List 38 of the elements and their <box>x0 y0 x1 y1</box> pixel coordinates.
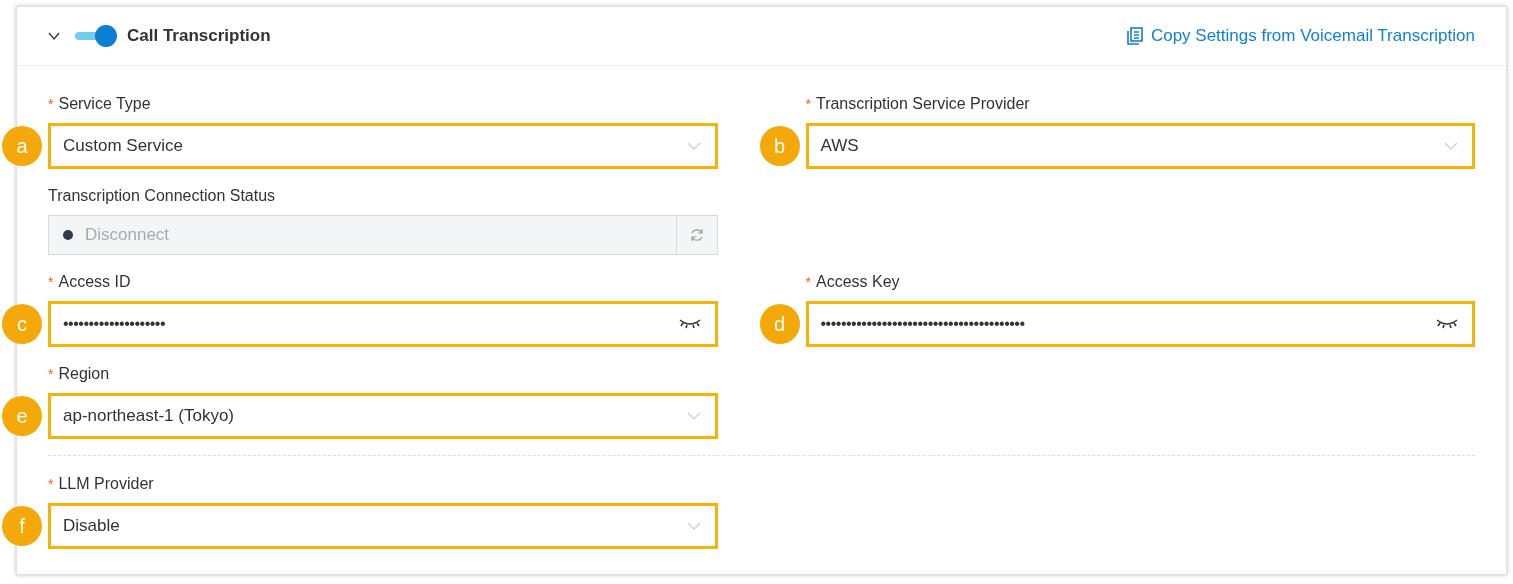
required-mark: * <box>805 273 811 292</box>
dropdown-caret-icon <box>686 412 701 420</box>
callout-badge: f <box>2 506 42 546</box>
required-mark: * <box>48 475 54 494</box>
dropdown-caret-icon <box>686 142 701 150</box>
required-mark: * <box>48 95 54 114</box>
callout-badge: d <box>759 304 800 344</box>
callout-badge: c <box>2 304 42 344</box>
select-field[interactable]: AWS <box>805 123 1475 169</box>
field-label: LLM Provider <box>58 474 154 494</box>
section-title: Call Transcription <box>127 26 271 46</box>
select-field[interactable]: Custom Service <box>48 123 718 169</box>
field-label: Region <box>58 364 110 384</box>
toggle-switch[interactable] <box>75 25 117 47</box>
field-label: Access Key <box>815 272 900 292</box>
field-label: Transcription Service Provider <box>815 94 1030 114</box>
required-mark: * <box>805 95 811 114</box>
refresh-icon <box>688 227 705 243</box>
copy-settings-link[interactable]: Copy Settings from Voicemail Transcription <box>1126 26 1475 46</box>
status-dot-icon <box>63 230 73 240</box>
required-mark: * <box>48 365 54 384</box>
callout-badge: b <box>759 126 800 166</box>
password-field[interactable]: •••••••••••••••••••• <box>48 301 718 347</box>
copy-icon <box>1126 27 1143 45</box>
callout-badge: e <box>2 396 42 436</box>
eye-closed-icon[interactable] <box>1436 318 1458 330</box>
field-label: Access ID <box>58 272 131 292</box>
status-text: Disconnect <box>85 225 170 245</box>
password-field[interactable]: •••••••••••••••••••••••••••••••••••••••• <box>805 301 1475 347</box>
eye-closed-icon[interactable] <box>678 318 701 330</box>
dropdown-caret-icon <box>1444 142 1458 150</box>
select-field[interactable]: Disable <box>48 503 718 549</box>
select-field[interactable]: ap-northeast-1 (Tokyo) <box>48 393 718 439</box>
callout-badge: a <box>2 126 42 166</box>
field-label: Service Type <box>58 94 151 114</box>
field-label: Transcription Connection Status <box>48 186 276 206</box>
dropdown-caret-icon <box>686 522 701 530</box>
required-mark: * <box>48 273 54 292</box>
